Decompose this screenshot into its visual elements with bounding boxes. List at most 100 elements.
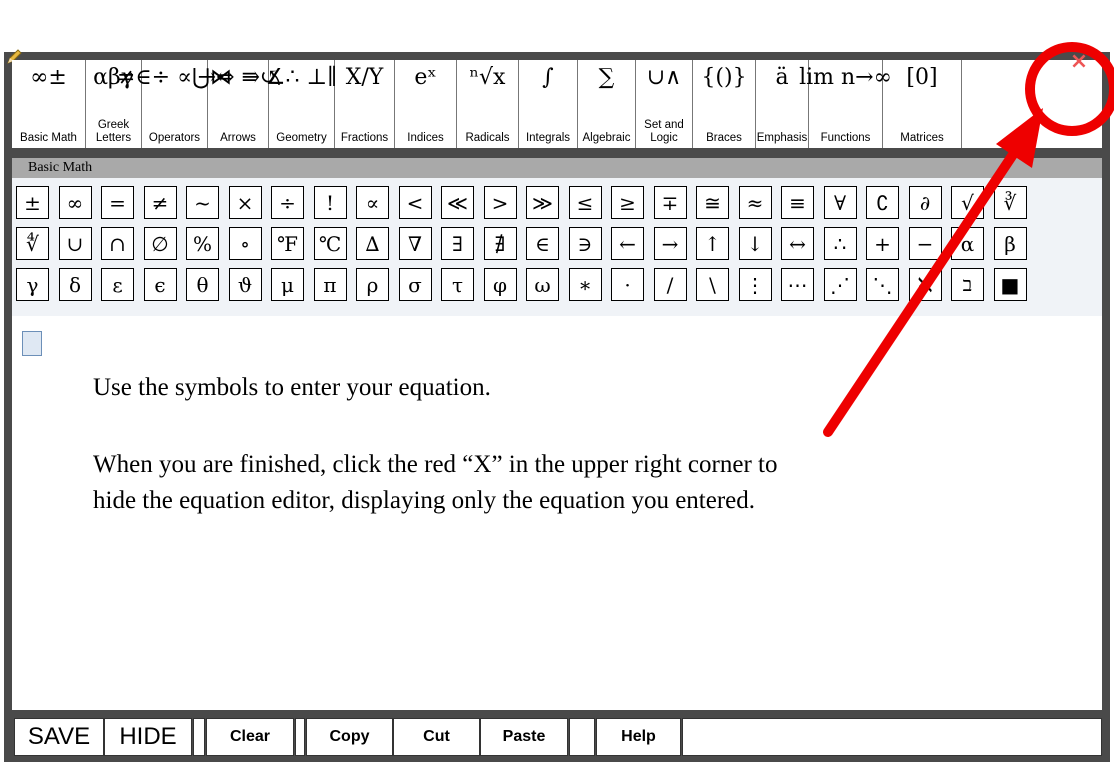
status-field (682, 718, 1102, 756)
symbol-key[interactable]: ∝ (356, 186, 389, 219)
symbol-key[interactable]: ℵ (908, 268, 942, 301)
symbol-key[interactable]: ⋱ (866, 268, 899, 301)
bar-spacer (193, 718, 205, 756)
symbol-key[interactable]: φ (483, 268, 517, 301)
toolbar-button-fractions[interactable]: X/Y Fractions (335, 60, 395, 148)
symbol-key[interactable]: ≅ (696, 186, 729, 219)
bar-spacer (295, 718, 305, 756)
symbol-key[interactable]: ⋰ (823, 268, 857, 301)
symbol-key[interactable]: + (866, 227, 899, 260)
symbol-key[interactable]: ÷ (271, 186, 304, 219)
symbol-key[interactable]: ↑ (696, 227, 729, 260)
symbol-key[interactable]: × (228, 186, 262, 219)
symbol-key[interactable]: ≫ (526, 186, 559, 219)
hide-button[interactable]: HIDE (104, 718, 192, 756)
symbol-key[interactable]: σ (398, 268, 432, 301)
symbol-key[interactable]: ב (951, 268, 984, 301)
symbol-key[interactable]: ϵ (143, 268, 177, 301)
symbol-key[interactable]: ∄ (483, 227, 517, 260)
symbol-key[interactable]: ∛ (993, 186, 1027, 219)
symbol-key[interactable]: ± (16, 186, 49, 219)
symbol-key[interactable]: > (483, 186, 517, 219)
symbol-key[interactable]: ω (526, 268, 559, 301)
toolbar-button-set-and-logic[interactable]: ∪∧ Set and Logic (636, 60, 693, 148)
paste-button[interactable]: Paste (480, 718, 568, 756)
symbol-key[interactable]: ∃ (441, 227, 474, 260)
toolbar-button-arrows[interactable]: →⇔ ⇛↺ Arrows (198, 60, 278, 148)
symbol-key[interactable]: ∪ (58, 227, 92, 260)
symbol-key[interactable]: ← (611, 227, 644, 260)
symbol-key[interactable]: ∁ (866, 186, 899, 219)
equation-cursor-box[interactable] (22, 331, 42, 356)
save-button[interactable]: SAVE (14, 718, 104, 756)
toolbar-button-label: Fractions (340, 132, 389, 144)
symbol-key[interactable]: ≤ (568, 186, 602, 219)
emphasis-icon: ä (775, 65, 789, 90)
symbol-key[interactable]: ∴ (823, 227, 857, 260)
symbol-key[interactable]: = (101, 186, 134, 219)
help-button[interactable]: Help (596, 718, 681, 756)
symbol-key[interactable]: ∜ (16, 227, 49, 260)
symbol-key[interactable]: ≥ (611, 186, 644, 219)
symbol-key[interactable]: π (313, 268, 347, 301)
symbol-key[interactable]: ≪ (441, 186, 474, 219)
symbol-key[interactable]: ~ (186, 186, 219, 219)
toolbar-button-matrices[interactable]: [0] Matrices (883, 60, 962, 148)
symbol-key[interactable]: ϑ (228, 268, 262, 301)
clear-button[interactable]: Clear (206, 718, 294, 756)
symbol-key[interactable]: ∀ (823, 186, 857, 219)
symbol-key[interactable]: ■ (993, 268, 1027, 301)
symbol-key[interactable]: ε (101, 268, 134, 301)
symbol-key[interactable]: ∗ (568, 268, 602, 301)
toolbar-button-radicals[interactable]: ⁿ√x Radicals (457, 60, 519, 148)
toolbar-button-geometry[interactable]: ∡∴ ⊥∥ Geometry (266, 60, 337, 148)
copy-button[interactable]: Copy (306, 718, 393, 756)
symbol-key[interactable]: ↓ (738, 227, 772, 260)
symbol-key[interactable]: \ (696, 268, 729, 301)
symbol-key[interactable]: ⋮ (738, 268, 772, 301)
symbol-key[interactable]: ∋ (568, 227, 602, 260)
symbol-key[interactable]: ≠ (143, 186, 177, 219)
symbol-key[interactable]: ≡ (781, 186, 814, 219)
symbol-key[interactable]: ∈ (526, 227, 559, 260)
toolbar-button-indices[interactable]: eˣ Indices (395, 60, 457, 148)
toolbar-button-functions[interactable]: lim n→∞ Functions (799, 60, 892, 148)
toolbar-button-integrals[interactable]: ∫ Integrals (519, 60, 578, 148)
symbol-key[interactable]: ℉ (271, 227, 304, 260)
symbol-key[interactable]: ≈ (738, 186, 772, 219)
symbol-key[interactable]: ∆ (356, 227, 389, 260)
toolbar-button-algebraic[interactable]: ∑ Algebraic (578, 60, 636, 148)
symbol-key[interactable]: ∂ (908, 186, 942, 219)
symbol-key[interactable]: · (611, 268, 644, 301)
symbol-key[interactable]: μ (271, 268, 304, 301)
symbol-key[interactable]: → (653, 227, 687, 260)
toolbar-button-label: Arrows (220, 132, 256, 144)
symbol-key[interactable]: < (398, 186, 432, 219)
toolbar-button-basic-math[interactable]: ∞± Basic Math (12, 60, 86, 148)
symbol-key[interactable]: ∓ (653, 186, 687, 219)
symbol-key[interactable]: ∘ (228, 227, 262, 260)
symbol-key[interactable]: δ (58, 268, 92, 301)
symbol-key[interactable]: ∞ (58, 186, 92, 219)
toolbar-button-label: Geometry (276, 132, 327, 144)
close-icon[interactable]: × (1068, 51, 1090, 73)
symbol-key[interactable]: θ (186, 268, 219, 301)
symbol-key[interactable]: ∩ (101, 227, 134, 260)
symbol-key[interactable]: β (993, 227, 1027, 260)
symbol-key[interactable]: ∅ (143, 227, 177, 260)
symbol-key[interactable]: ∇ (398, 227, 432, 260)
symbol-key[interactable]: γ (16, 268, 49, 301)
symbol-key[interactable]: τ (441, 268, 474, 301)
symbol-key[interactable]: ! (313, 186, 347, 219)
symbol-key[interactable]: % (186, 227, 219, 260)
symbol-key[interactable]: ρ (356, 268, 389, 301)
symbol-key[interactable]: ⋯ (781, 268, 814, 301)
symbol-key[interactable]: ℃ (313, 227, 347, 260)
toolbar-button-braces[interactable]: {()} Braces (693, 60, 756, 148)
symbol-key[interactable]: α (951, 227, 984, 260)
symbol-key[interactable]: ↔ (781, 227, 814, 260)
symbol-key[interactable]: √ (951, 186, 984, 219)
symbol-key[interactable]: − (908, 227, 942, 260)
cut-button[interactable]: Cut (393, 718, 480, 756)
symbol-key[interactable]: / (653, 268, 687, 301)
